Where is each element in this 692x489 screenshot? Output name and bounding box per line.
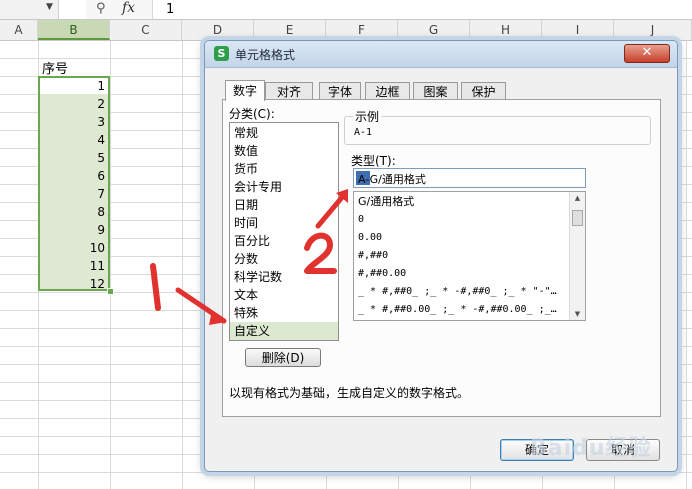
column-header-h[interactable]: H xyxy=(470,20,542,40)
tab-protection[interactable]: 保护 xyxy=(461,82,506,100)
cell-value[interactable]: 4 xyxy=(97,131,105,149)
column-header-g[interactable]: G xyxy=(398,20,470,40)
cell-value[interactable]: 1 xyxy=(97,77,105,95)
cell-value[interactable]: 11 xyxy=(90,257,105,275)
type-input-value[interactable]: A-G/通用格式 xyxy=(358,171,426,187)
formula-tools: ⚲ fx xyxy=(86,0,153,19)
category-item[interactable]: 特殊 xyxy=(230,304,338,322)
column-headers: A B C D E F G H I J xyxy=(0,20,692,41)
dialog-titlebar[interactable]: S 单元格格式 ✕ xyxy=(205,41,677,68)
format-item[interactable]: G/通用格式 xyxy=(358,193,568,211)
format-item[interactable]: 0.00 xyxy=(358,229,568,247)
cell-value[interactable]: 5 xyxy=(97,149,105,167)
dialog-title: 单元格格式 xyxy=(235,48,296,62)
format-item[interactable]: _ * #,##0_ ;_ * -#,##0_ ;_ * "-"… xyxy=(358,283,568,301)
example-label: 示例 xyxy=(353,108,382,125)
cell-value[interactable]: 9 xyxy=(97,221,105,239)
chevron-down-icon[interactable]: ▼ xyxy=(46,2,53,12)
category-item[interactable]: 常规 xyxy=(230,124,338,142)
scroll-down-icon[interactable]: ▼ xyxy=(570,308,585,320)
cell-value[interactable]: 8 xyxy=(97,203,105,221)
column-header-e[interactable]: E xyxy=(254,20,326,40)
delete-button[interactable]: 删除(D) xyxy=(245,348,321,367)
formula-input[interactable]: 1 xyxy=(166,2,174,17)
scroll-up-icon[interactable]: ▲ xyxy=(570,192,585,204)
format-item[interactable]: #,##0 xyxy=(358,247,568,265)
category-label: 分类(C): xyxy=(229,107,275,121)
cell-value[interactable]: 12 xyxy=(90,275,105,293)
fill-handle[interactable] xyxy=(107,288,114,295)
example-group xyxy=(344,116,651,145)
cell-value[interactable]: 3 xyxy=(97,113,105,131)
format-item[interactable]: 0 xyxy=(358,211,568,229)
category-item[interactable]: 会计专用 xyxy=(230,178,338,196)
category-item[interactable]: 时间 xyxy=(230,214,338,232)
selected-range[interactable]: 1 2 3 4 5 6 7 8 9 10 11 12 xyxy=(38,76,110,291)
format-cells-dialog: S 单元格格式 ✕ 数字 对齐 字体 边框 图案 保护 分类(C): 常规 数值… xyxy=(204,40,678,472)
watermark-logo: Baidu经验 xyxy=(530,436,652,461)
category-item[interactable]: 数值 xyxy=(230,142,338,160)
cell-value[interactable]: 10 xyxy=(90,239,105,257)
format-list-scrollbar[interactable]: ▲ ▼ xyxy=(569,192,585,320)
cell-value[interactable]: 2 xyxy=(97,95,105,113)
scroll-thumb[interactable] xyxy=(572,210,583,226)
format-list[interactable]: G/通用格式 0 0.00 #,##0 #,##0.00 _ * #,##0_ … xyxy=(353,191,586,321)
cell-value[interactable]: 6 xyxy=(97,167,105,185)
column-header-f[interactable]: F xyxy=(326,20,398,40)
column-header-j[interactable]: J xyxy=(614,20,692,40)
magnifier-icon[interactable]: ⚲ xyxy=(96,1,106,16)
category-item[interactable]: 日期 xyxy=(230,196,338,214)
category-item[interactable]: 百分比 xyxy=(230,232,338,250)
category-item[interactable]: 分数 xyxy=(230,250,338,268)
column-header-i[interactable]: I xyxy=(542,20,614,40)
tab-alignment[interactable]: 对齐 xyxy=(265,82,313,100)
column-header-c[interactable]: C xyxy=(110,20,182,40)
format-item[interactable]: _ * #,##0.00_ ;_ * -#,##0.00_ ;_… xyxy=(358,301,568,319)
column-header-a[interactable]: A xyxy=(0,20,38,40)
example-value: A-1 xyxy=(354,127,373,138)
app-logo-icon: S xyxy=(214,46,229,61)
category-item[interactable]: 货币 xyxy=(230,160,338,178)
type-input[interactable]: A-G/通用格式 xyxy=(353,168,586,188)
column-header-b[interactable]: B xyxy=(38,20,110,40)
type-label: 类型(T): xyxy=(351,154,396,168)
tab-pattern[interactable]: 图案 xyxy=(413,82,458,100)
tab-font[interactable]: 字体 xyxy=(319,82,361,100)
fx-icon[interactable]: fx xyxy=(122,0,135,16)
category-item-selected[interactable]: 自定义 xyxy=(230,322,338,340)
close-button[interactable]: ✕ xyxy=(624,44,670,63)
category-item[interactable]: 科学记数 xyxy=(230,268,338,286)
category-item[interactable]: 文本 xyxy=(230,286,338,304)
formula-bar: ▼ ⚲ fx 1 xyxy=(0,0,692,20)
cell-value[interactable]: 7 xyxy=(97,185,105,203)
tab-border[interactable]: 边框 xyxy=(365,82,410,100)
column-header-d[interactable]: D xyxy=(182,20,254,40)
format-description: 以现有格式为基础，生成自定义的数字格式。 xyxy=(229,386,470,400)
header-cell[interactable]: 序号 xyxy=(42,58,68,77)
name-box[interactable]: ▼ xyxy=(0,0,59,19)
category-list[interactable]: 常规 数值 货币 会计专用 日期 时间 百分比 分数 科学记数 文本 特殊 自定… xyxy=(229,122,339,341)
format-item[interactable]: #,##0.00 xyxy=(358,265,568,283)
tab-number[interactable]: 数字 xyxy=(225,80,265,101)
